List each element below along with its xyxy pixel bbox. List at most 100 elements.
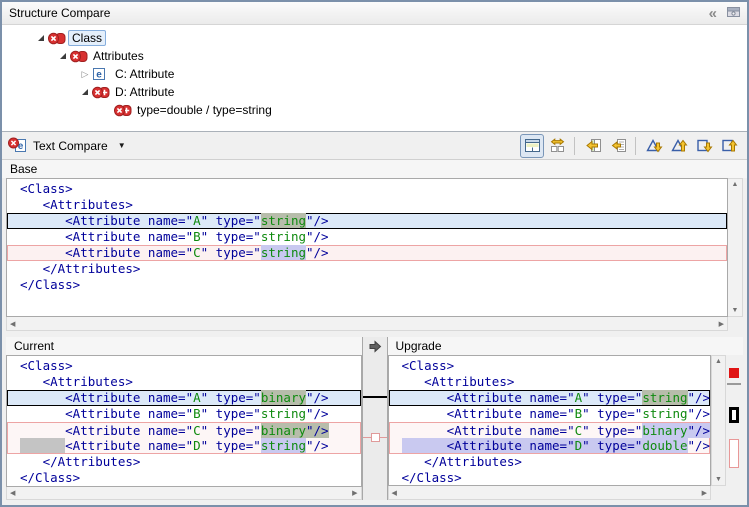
- scroll-down-icon[interactable]: ▼: [715, 476, 722, 483]
- direction-arrow-icon: [369, 340, 382, 356]
- collapse-arrow-icon[interactable]: [78, 89, 92, 95]
- upgrade-code-area[interactable]: <Class> <Attributes> <Attribute name="A"…: [388, 355, 712, 486]
- code-token: C: [193, 423, 201, 438]
- base-code-area[interactable]: <Class> <Attributes> <Attribute name="A"…: [6, 178, 728, 317]
- code-token: " type=": [201, 390, 261, 405]
- code-token: </Attributes>: [20, 454, 140, 469]
- collapse-arrow-icon[interactable]: [34, 35, 48, 41]
- diff-overview-ruler[interactable]: [726, 355, 743, 486]
- expand-arrow-icon[interactable]: ▷: [78, 70, 92, 79]
- collapse-chevrons-icon[interactable]: «: [709, 6, 717, 21]
- current-pane-label: Current: [6, 337, 362, 355]
- next-difference-button[interactable]: [642, 134, 666, 158]
- code-line[interactable]: </Class>: [7, 470, 361, 486]
- tree-item-label[interactable]: D: Attribute: [112, 85, 177, 99]
- scroll-right-icon[interactable]: ▶: [702, 489, 707, 497]
- code-token: binary: [261, 423, 306, 438]
- code-token: " type=": [582, 406, 642, 421]
- scroll-right-icon[interactable]: ▶: [719, 320, 724, 328]
- selected-diff-marker[interactable]: [729, 407, 739, 423]
- scroll-down-icon[interactable]: ▼: [732, 307, 739, 314]
- swap-left-right-button[interactable]: [545, 134, 569, 158]
- scroll-left-icon[interactable]: ◀: [10, 320, 15, 328]
- code-line[interactable]: <Attributes>: [7, 197, 727, 213]
- previous-change-button[interactable]: [717, 134, 741, 158]
- code-token: <Attributes>: [20, 197, 133, 212]
- diff-connector-strip: [362, 337, 388, 500]
- tree-item-attributes[interactable]: Attributes: [2, 47, 747, 65]
- current-horizontal-scrollbar[interactable]: ◀ ▶: [6, 487, 362, 500]
- tree-item-label[interactable]: Attributes: [90, 49, 147, 63]
- code-line[interactable]: <Class>: [7, 358, 361, 374]
- scroll-up-icon[interactable]: ▲: [732, 181, 739, 188]
- code-token: double: [642, 438, 687, 453]
- view-menu-icon[interactable]: [727, 6, 740, 21]
- code-line-diff[interactable]: <Attribute name="A" type="binary"/>: [7, 390, 361, 406]
- copy-all-right-to-left-button[interactable]: [581, 134, 605, 158]
- code-line[interactable]: <Class>: [7, 181, 727, 197]
- selected-diff-connector: [363, 396, 387, 398]
- code-line[interactable]: <Attribute name="B" type="string"/>: [389, 406, 711, 422]
- base-pane-label: Base: [2, 160, 747, 178]
- code-token: string: [642, 406, 687, 421]
- code-line[interactable]: </Class>: [389, 470, 711, 486]
- code-line-diff[interactable]: <Attribute name="D" type="string"/>: [7, 438, 361, 454]
- chevron-down-icon[interactable]: ▼: [118, 141, 126, 150]
- tree-item-c-attribute[interactable]: ▷ e C: Attribute: [2, 65, 747, 83]
- structure-compare-header: Structure Compare «: [2, 2, 747, 25]
- conflict-diff-handle[interactable]: [371, 433, 380, 442]
- code-line-diff[interactable]: <Attribute name="C" type="string"/>: [7, 245, 727, 261]
- code-token: </Attributes>: [402, 454, 522, 469]
- code-token: A: [193, 390, 201, 405]
- code-token: </Class>: [20, 470, 80, 485]
- collapse-arrow-icon[interactable]: [56, 53, 70, 59]
- code-token: </Class>: [20, 277, 80, 292]
- code-line-diff[interactable]: <Attribute name="C" type="binary"/>: [389, 422, 711, 438]
- code-line-diff[interactable]: <Attribute name="D" type="double"/>: [389, 438, 711, 454]
- scroll-left-icon[interactable]: ◀: [392, 489, 397, 497]
- upgrade-vertical-scrollbar[interactable]: ▲ ▼: [711, 355, 726, 486]
- code-line[interactable]: <Class>: [389, 358, 711, 374]
- base-horizontal-scrollbar[interactable]: ◀ ▶: [6, 317, 728, 331]
- code-token: A: [575, 390, 583, 405]
- scroll-left-icon[interactable]: ◀: [10, 489, 15, 497]
- code-line[interactable]: <Attributes>: [389, 374, 711, 390]
- tree-item-label[interactable]: C: Attribute: [112, 67, 177, 81]
- next-change-button[interactable]: [692, 134, 716, 158]
- next-difference-icon: [646, 137, 663, 154]
- code-line[interactable]: </Attributes>: [7, 454, 361, 470]
- code-line-diff[interactable]: <Attribute name="A" type="string"/>: [389, 390, 711, 406]
- base-vertical-scrollbar[interactable]: ▲ ▼: [728, 178, 743, 317]
- text-compare-toolbar: e Text Compare ▼: [2, 132, 747, 160]
- code-token: " type=": [201, 406, 261, 421]
- tree-item-class[interactable]: Class: [2, 29, 747, 47]
- code-line[interactable]: <Attributes>: [7, 374, 361, 390]
- current-code-area[interactable]: <Class> <Attributes> <Attribute name="A"…: [6, 355, 362, 487]
- conflict-icon: [70, 50, 90, 63]
- code-line[interactable]: <Attribute name="B" type="string"/>: [7, 229, 727, 245]
- copy-current-right-to-left-button[interactable]: [606, 134, 630, 158]
- conflict-marker[interactable]: [729, 368, 739, 378]
- tree-item-d-attribute[interactable]: D: Attribute: [2, 83, 747, 101]
- code-token: B: [193, 229, 201, 244]
- code-token: <Attribute name=": [20, 423, 193, 438]
- show-ancestor-pane-icon: [524, 137, 541, 154]
- code-token: " type=": [582, 438, 642, 453]
- previous-difference-button[interactable]: [667, 134, 691, 158]
- scroll-right-icon[interactable]: ▶: [352, 489, 357, 497]
- next-change-icon: [696, 137, 713, 154]
- code-line-diff[interactable]: <Attribute name="C" type="binary"/>: [7, 422, 361, 438]
- scroll-up-icon[interactable]: ▲: [715, 358, 722, 365]
- tree-item-label[interactable]: type=double / type=string: [134, 103, 275, 117]
- upgrade-horizontal-scrollbar[interactable]: ◀ ▶: [388, 486, 712, 500]
- code-line[interactable]: </Attributes>: [389, 454, 711, 470]
- code-line[interactable]: <Attribute name="B" type="string"/>: [7, 406, 361, 422]
- tree-item-type-double-type-string[interactable]: type=double / type=string: [2, 101, 747, 119]
- conflict-range-marker[interactable]: [729, 439, 739, 468]
- show-ancestor-pane-button[interactable]: [520, 134, 544, 158]
- code-line[interactable]: </Class>: [7, 277, 727, 293]
- code-line-diff[interactable]: <Attribute name="A" type="string"/>: [7, 213, 727, 229]
- code-line[interactable]: </Attributes>: [7, 261, 727, 277]
- code-token: "/>: [306, 390, 329, 405]
- tree-item-label[interactable]: Class: [68, 30, 106, 46]
